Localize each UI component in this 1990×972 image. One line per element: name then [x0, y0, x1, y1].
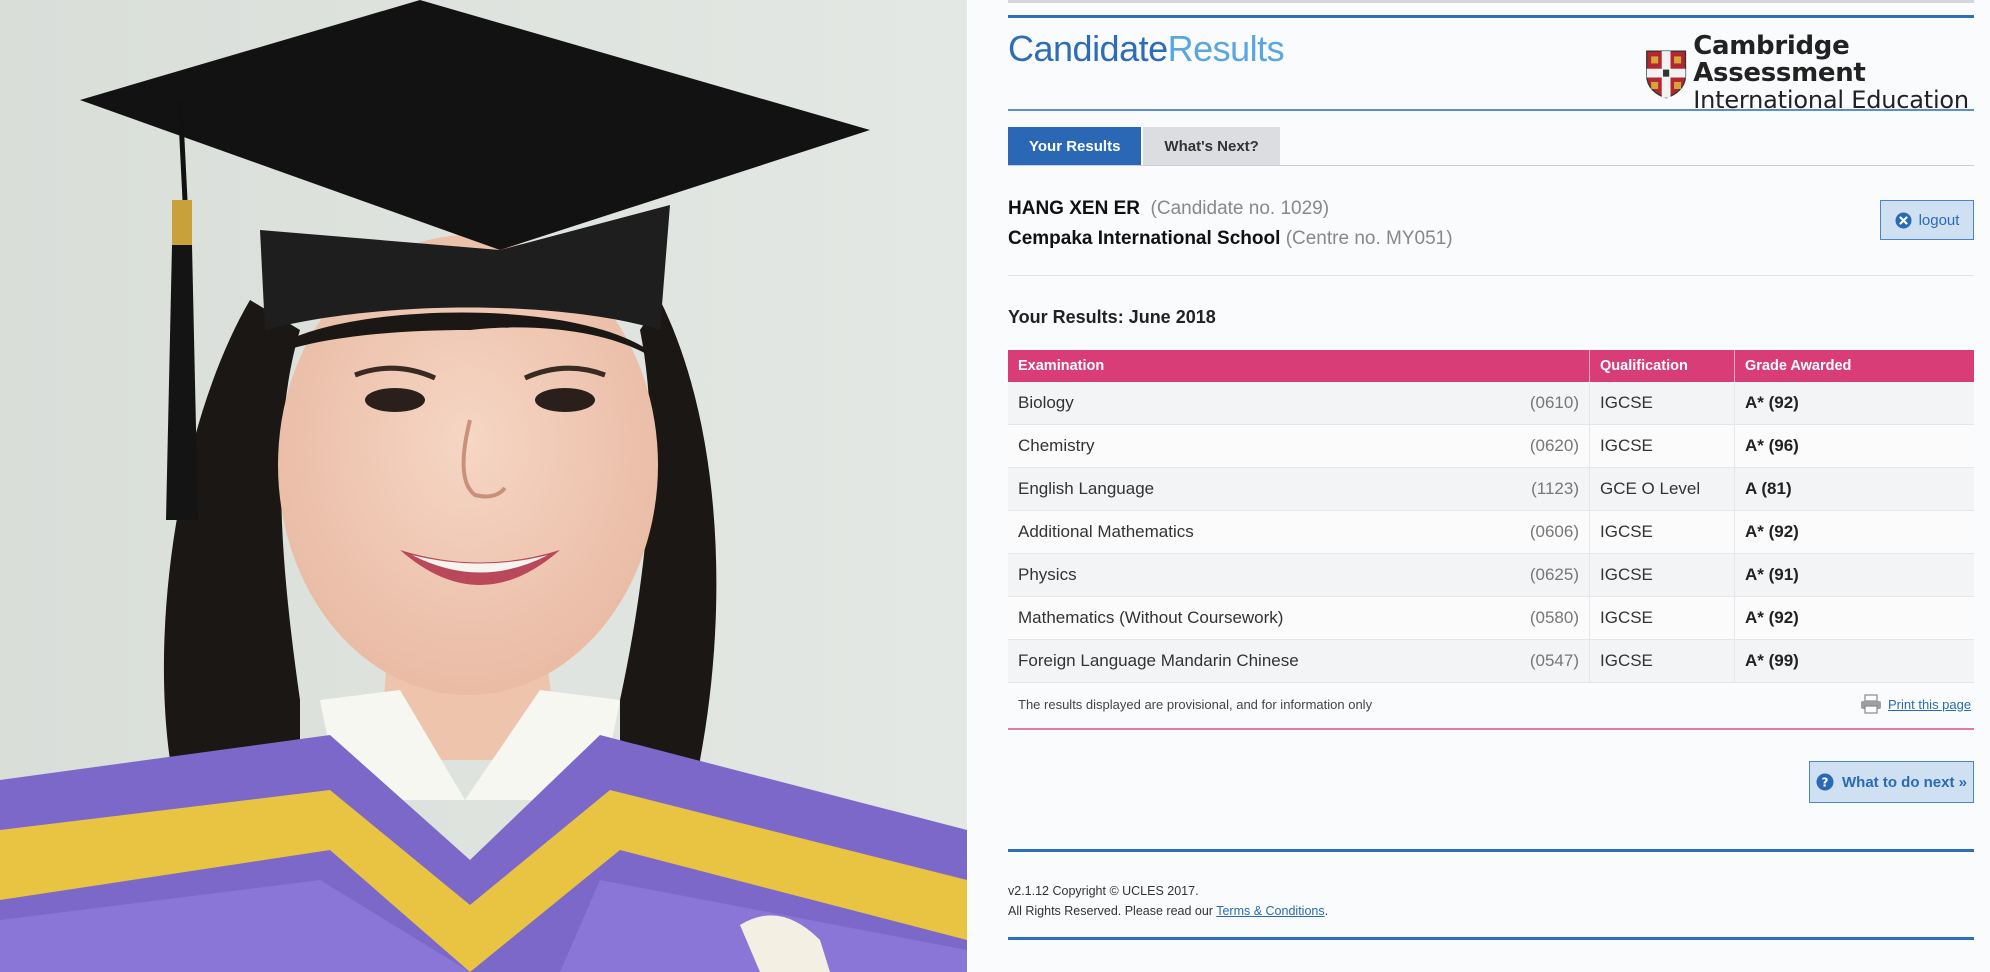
logout-button[interactable]: logout — [1880, 200, 1974, 240]
table-row: Foreign Language Mandarin Chinese (0547) … — [1008, 639, 1974, 683]
exam-code: (0610) — [1529, 393, 1579, 412]
centre-number: (Centre no. MY051) — [1285, 228, 1453, 249]
table-row: Physics (0625) IGCSE A* (91) — [1008, 553, 1974, 597]
exam-cell: Biology (0610) — [1008, 382, 1590, 425]
qualification-cell: IGCSE — [1589, 639, 1735, 683]
table-row: Chemistry (0620) IGCSE A* (96) — [1008, 424, 1974, 468]
tab-whats-next[interactable]: What's Next? — [1143, 127, 1280, 166]
info-separator — [1008, 275, 1974, 276]
exam-code: (0547) — [1529, 651, 1579, 670]
what-to-do-next-button[interactable]: ? What to do next » — [1809, 761, 1974, 803]
crest-icon — [1646, 49, 1687, 98]
footer-bottom-rule — [1008, 937, 1974, 940]
exam-name: English Language — [1018, 479, 1155, 498]
qualification-cell: IGCSE — [1589, 596, 1735, 640]
table-row: Additional Mathematics (0606) IGCSE A* (9… — [1008, 510, 1974, 554]
brand-part2: Results — [1167, 28, 1285, 69]
exam-cell: Mathematics (Without Coursework) (0580) — [1008, 596, 1590, 640]
qualification-cell: IGCSE — [1589, 553, 1735, 597]
qualification-cell: IGCSE — [1589, 510, 1735, 554]
print-page-link[interactable]: Print this page — [1888, 697, 1971, 712]
exam-name: Biology — [1018, 393, 1074, 412]
header-top-rule — [1008, 15, 1974, 18]
table-row: Biology (0610) IGCSE A* (92) — [1008, 382, 1974, 425]
table-bottom-rule — [1008, 728, 1974, 730]
tab-your-results[interactable]: Your Results — [1008, 127, 1142, 166]
grade-cell: A (81) — [1734, 467, 1974, 511]
exam-name: Additional Mathematics — [1018, 522, 1194, 541]
exam-code: (1123) — [1531, 479, 1579, 498]
school-name: Cempaka International School — [1008, 228, 1281, 249]
exam-cell: English Language (1123) — [1008, 467, 1590, 511]
results-table: Examination Qualification Grade Awarded … — [1008, 350, 1974, 683]
exam-code: (0606) — [1529, 522, 1579, 541]
footer-top-rule — [1008, 849, 1974, 852]
exam-name: Foreign Language Mandarin Chinese — [1018, 651, 1299, 670]
candidate-info: HANG XEN ER (Candidate no. 1029) Cempaka… — [1008, 194, 1453, 254]
logout-label: logout — [1918, 211, 1960, 229]
candidate-results-logo: CandidateResults — [1008, 28, 1285, 70]
footer: v2.1.12 Copyright © UCLES 2017. All Righ… — [1008, 881, 1328, 921]
svg-text:?: ? — [1822, 776, 1829, 790]
grade-cell: A* (91) — [1734, 553, 1974, 597]
grade-cell: A* (99) — [1734, 639, 1974, 683]
header-grade: Grade Awarded — [1734, 350, 1974, 382]
qualification-cell: IGCSE — [1589, 382, 1735, 425]
table-row: Mathematics (Without Coursework) (0580) I… — [1008, 596, 1974, 640]
brand-part1: Candidate — [1008, 28, 1168, 69]
close-circle-icon — [1895, 212, 1912, 228]
exam-name: Physics — [1018, 565, 1077, 584]
exam-cell: Foreign Language Mandarin Chinese (0547) — [1008, 639, 1590, 683]
table-row: English Language (1123) GCE O Level A (81… — [1008, 467, 1974, 511]
exam-name: Chemistry — [1018, 436, 1095, 455]
exam-cell: Additional Mathematics (0606) — [1008, 510, 1590, 554]
rights-suffix: . — [1324, 904, 1329, 918]
exam-code: (0620) — [1529, 436, 1579, 455]
provisional-notice: The results displayed are provisional, a… — [1018, 697, 1373, 712]
org-name-line1: Cambridge Assessment — [1693, 31, 1866, 88]
tabs-underline — [1008, 165, 1974, 166]
results-title: Your Results: June 2018 — [1008, 307, 1216, 327]
exam-code: (0625) — [1529, 565, 1579, 584]
rights-text: All Rights Reserved. Please read our — [1008, 904, 1217, 918]
header-examination: Examination — [1008, 350, 1590, 382]
qualification-cell: IGCSE — [1589, 424, 1735, 468]
grade-cell: A* (92) — [1734, 596, 1974, 640]
what-to-do-next-label: What to do next » — [1842, 773, 1967, 791]
grade-cell: A* (96) — [1734, 424, 1974, 468]
terms-link[interactable]: Terms & Conditions — [1216, 904, 1324, 918]
candidate-number: (Candidate no. 1029) — [1150, 198, 1330, 219]
exam-name: Mathematics (Without Coursework) — [1018, 608, 1284, 627]
grade-cell: A* (92) — [1734, 382, 1974, 425]
printer-icon[interactable] — [1860, 694, 1882, 714]
top-border — [1008, 0, 1974, 3]
exam-code: (0580) — [1529, 608, 1579, 627]
tab-bar: Your Results What's Next? — [1008, 127, 1280, 166]
candidate-name: HANG XEN ER — [1008, 198, 1140, 219]
exam-cell: Physics (0625) — [1008, 553, 1590, 597]
grade-cell: A* (92) — [1734, 510, 1974, 554]
print-control: Print this page — [1860, 694, 1971, 714]
exam-cell: Chemistry (0620) — [1008, 424, 1590, 468]
qualification-cell: GCE O Level — [1589, 467, 1735, 511]
copyright-text: v2.1.12 Copyright © UCLES 2017. — [1008, 884, 1199, 898]
header-bottom-rule — [1008, 109, 1974, 111]
graduation-photo — [0, 0, 967, 972]
question-circle-icon: ? — [1816, 773, 1834, 791]
header-qualification: Qualification — [1589, 350, 1735, 382]
cambridge-logo: Cambridge Assessment International Educa… — [1645, 33, 1990, 114]
results-page: CandidateResults Cambridge Assessment In… — [968, 0, 1990, 972]
